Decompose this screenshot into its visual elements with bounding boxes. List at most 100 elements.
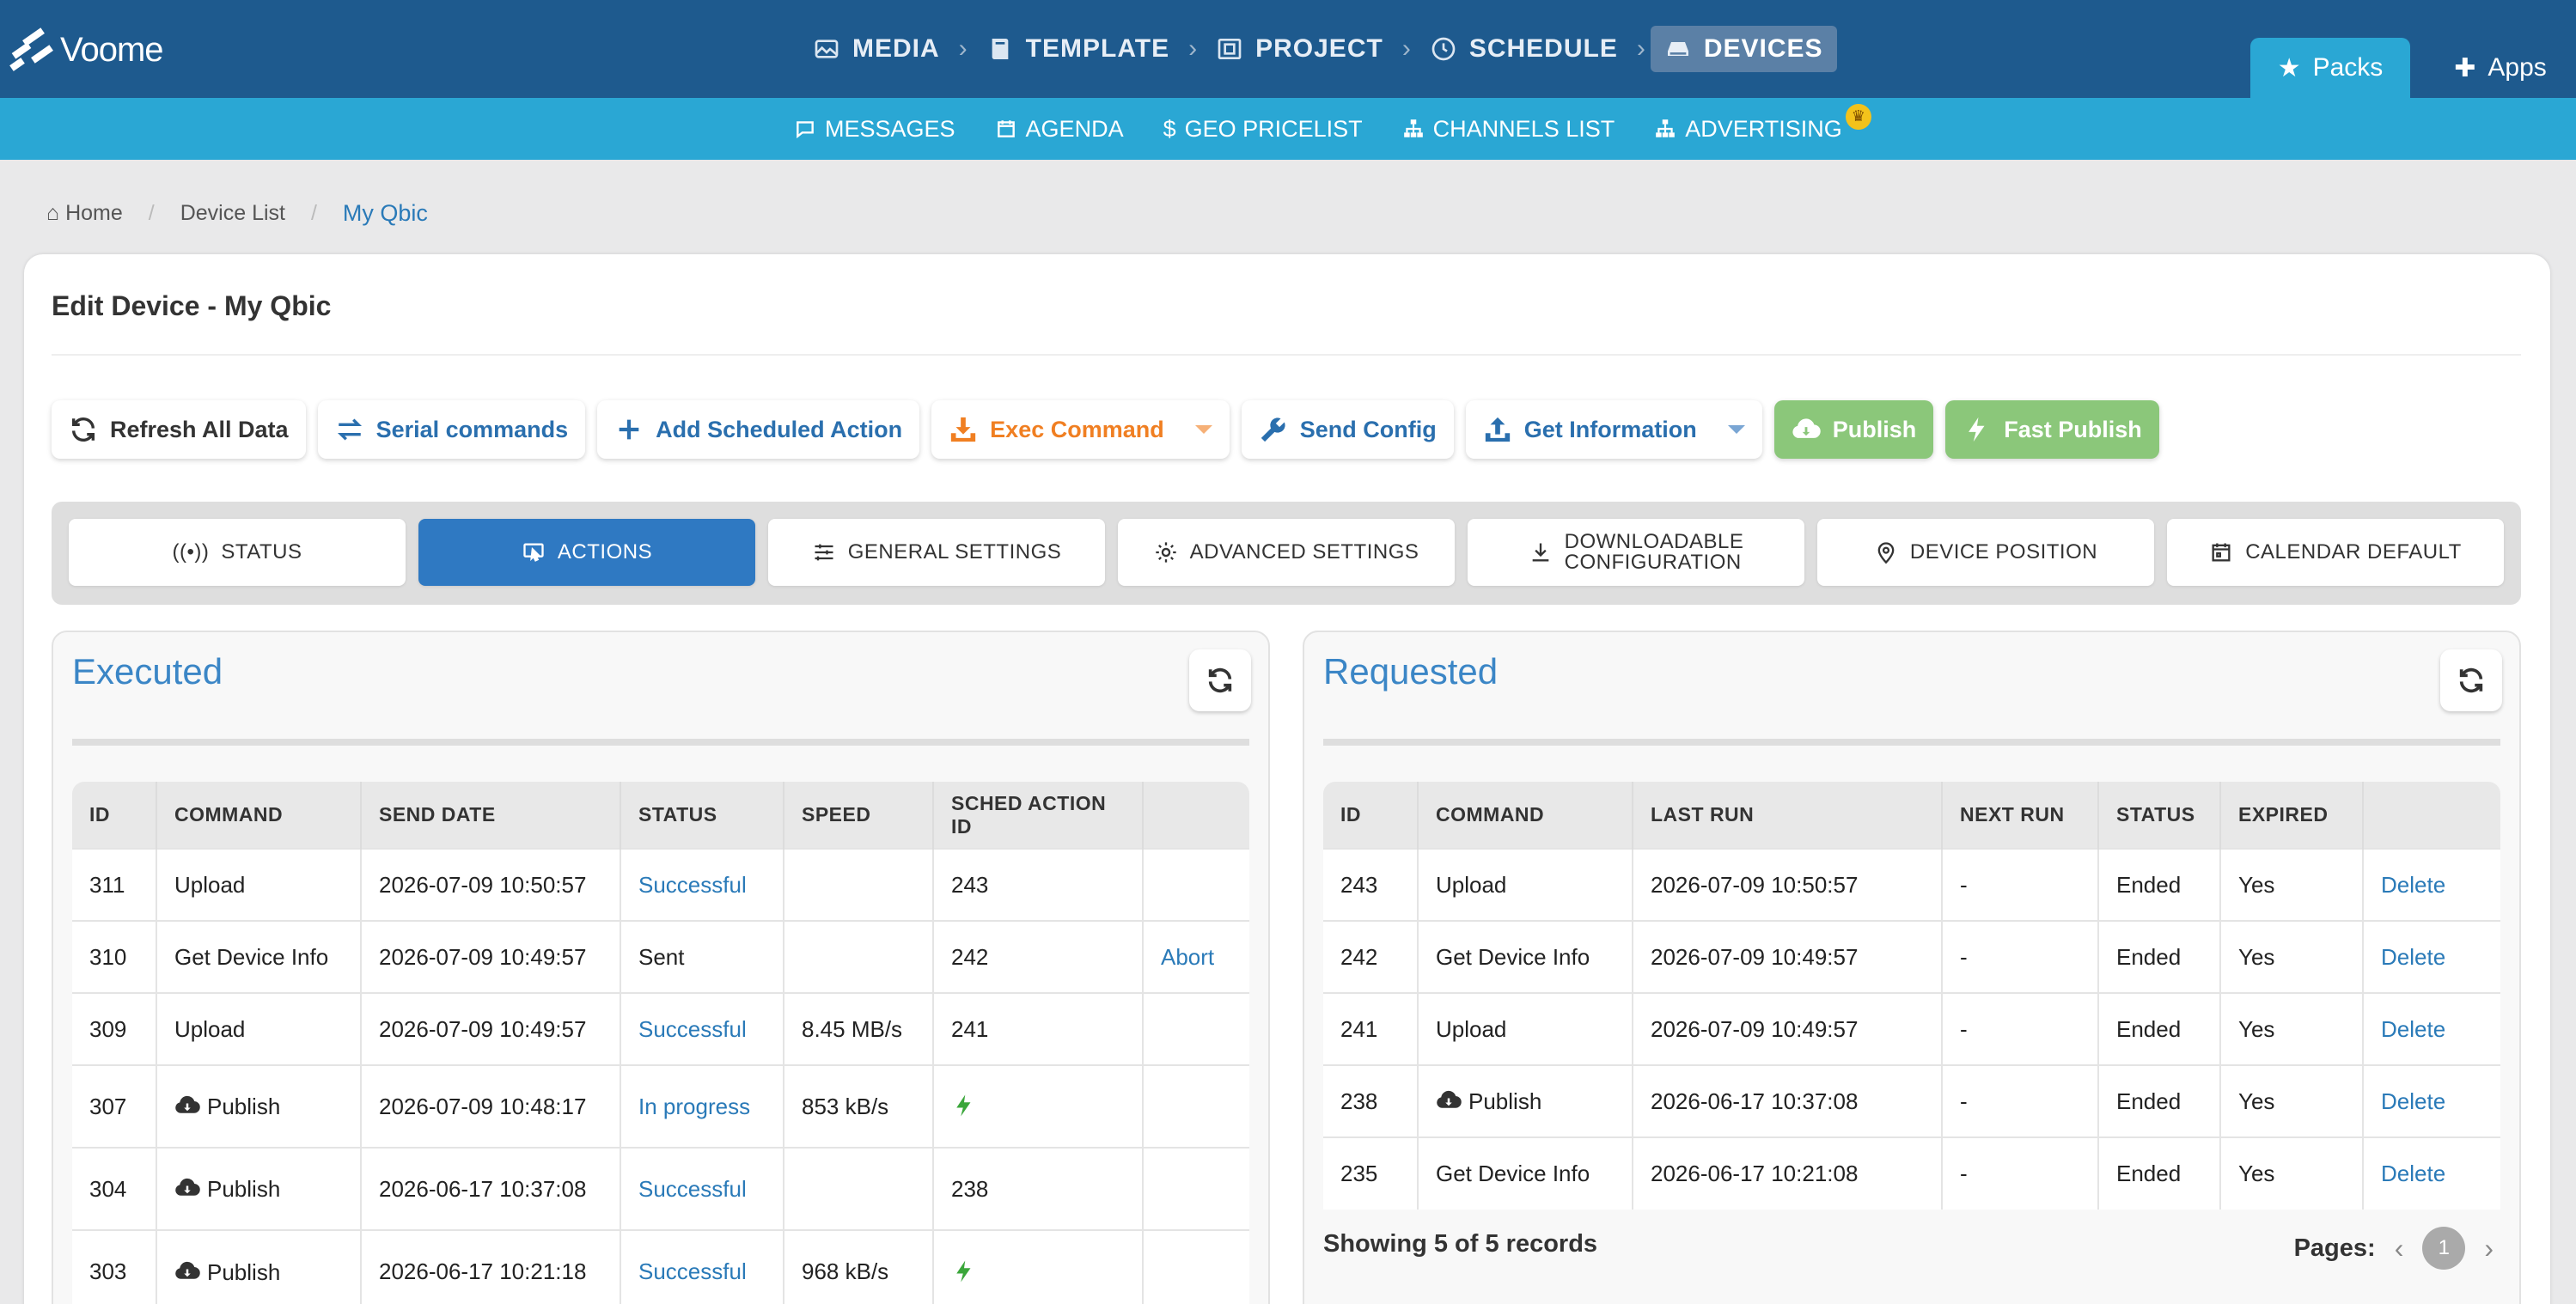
subnav-messages[interactable]: MESSAGES <box>794 116 955 143</box>
tab-download-line2: CONFIGURATION <box>1564 551 1742 574</box>
page-number-button[interactable]: 1 <box>2422 1227 2466 1270</box>
executed-title: Executed <box>72 651 223 692</box>
col-status[interactable]: STATUS <box>2098 782 2221 849</box>
tab-downloadable-configuration[interactable]: DOWNLOADABLE CONFIGURATION <box>1468 519 1804 586</box>
table-row: 304 Publish 2026-06-17 10:37:08 Successf… <box>72 1147 1249 1230</box>
col-last-run[interactable]: LAST RUN <box>1633 782 1943 849</box>
tab-general-settings[interactable]: GENERAL SETTINGS <box>768 519 1105 586</box>
chevron-right-icon[interactable]: › <box>2484 1233 2494 1264</box>
delete-link[interactable]: Delete <box>2363 1064 2500 1137</box>
step-template[interactable]: TEMPLATE <box>973 26 1183 72</box>
voome-logo[interactable]: Voome <box>7 22 164 77</box>
add-scheduled-action-button[interactable]: Add Scheduled Action <box>597 400 920 459</box>
upload-tray-icon <box>1485 417 1510 442</box>
delete-link[interactable]: Delete <box>2363 1136 2500 1210</box>
col-id[interactable]: ID <box>72 782 157 849</box>
step-schedule[interactable]: SCHEDULE <box>1416 26 1632 72</box>
col-status[interactable]: STATUS <box>620 782 784 849</box>
add-scheduled-action-label: Add Scheduled Action <box>656 416 903 442</box>
subnav-channels-list[interactable]: CHANNELS LIST <box>1402 116 1615 143</box>
step-devices[interactable]: DEVICES <box>1650 26 1837 72</box>
cell-status-link[interactable]: In progress <box>620 1064 784 1148</box>
cell-command-text: Publish <box>207 1094 281 1119</box>
tab-status[interactable]: ((•)) STATUS <box>69 519 406 586</box>
tab-actions[interactable]: ACTIONS <box>418 519 755 586</box>
cell-status: Ended <box>2098 992 2221 1065</box>
cell-send-date: 2026-06-17 10:21:18 <box>361 1229 621 1304</box>
subnav-advertising[interactable]: ADVERTISING ♛ <box>1654 103 1871 143</box>
send-config-label: Send Config <box>1299 416 1437 442</box>
cell-command: Publish <box>156 1147 362 1230</box>
sitemap-icon <box>1656 119 1676 137</box>
delete-link[interactable]: Delete <box>2363 992 2500 1065</box>
cell-status-link[interactable]: Successful <box>620 848 784 921</box>
delete-link[interactable]: Delete <box>2363 920 2500 993</box>
refresh-all-data-button[interactable]: Refresh All Data <box>52 400 306 459</box>
col-send-date[interactable]: SEND DATE <box>361 782 621 849</box>
cell-status-link[interactable]: Successful <box>620 1147 784 1230</box>
serial-commands-button[interactable]: Serial commands <box>317 400 586 459</box>
chevron-left-icon[interactable]: ‹ <box>2395 1233 2404 1264</box>
cell-last-run: 2026-06-17 10:21:08 <box>1633 1136 1943 1210</box>
breadcrumb-current: My Qbic <box>342 200 428 226</box>
cell-status-link[interactable]: Successful <box>620 992 784 1065</box>
requested-refresh-button[interactable] <box>2440 649 2502 711</box>
cell-sched-action-id <box>933 1064 1144 1148</box>
cell-expired: Yes <box>2220 848 2364 921</box>
col-sched-action-id[interactable]: SCHED ACTION ID <box>933 782 1144 849</box>
abort-link[interactable]: Abort <box>1143 920 1249 993</box>
fast-publish-button[interactable]: Fast Publish <box>1945 400 2159 459</box>
get-information-button[interactable]: Get Information <box>1465 400 1762 459</box>
subnav-messages-label: MESSAGES <box>825 115 955 142</box>
send-config-button[interactable]: Send Config <box>1241 400 1454 459</box>
cell-sched-action-id: 243 <box>933 848 1144 921</box>
delete-link[interactable]: Delete <box>2363 848 2500 921</box>
table-row: 242 Get Device Info 2026-07-09 10:49:57 … <box>1323 920 2500 993</box>
brand-name: Voome <box>60 30 164 69</box>
puzzle-icon: ✚ <box>2454 53 2476 82</box>
tab-calendar-default[interactable]: CALENDAR DEFAULT <box>2167 519 2504 586</box>
executed-refresh-button[interactable] <box>1189 649 1251 711</box>
col-command[interactable]: COMMAND <box>1418 782 1633 849</box>
step-media[interactable]: MEDIA <box>799 26 954 72</box>
table-row: 235 Get Device Info 2026-06-17 10:21:08 … <box>1323 1136 2500 1210</box>
cell-speed: 8.45 MB/s <box>784 992 934 1065</box>
col-next-run[interactable]: NEXT RUN <box>1942 782 2099 849</box>
breadcrumb-device-list[interactable]: Device List <box>180 201 285 226</box>
apps-button[interactable]: ✚ Apps <box>2425 38 2576 98</box>
col-actions <box>1143 782 1249 849</box>
cell-command: Upload <box>1418 992 1633 1065</box>
table-row: 307 Publish 2026-07-09 10:48:17 In progr… <box>72 1064 1249 1148</box>
calendar-icon <box>2212 543 2231 562</box>
cell-sched-action-id: 238 <box>933 1147 1144 1230</box>
col-expired[interactable]: EXPIRED <box>2220 782 2364 849</box>
breadcrumb-home[interactable]: ⌂ Home <box>46 201 123 226</box>
tab-advanced-settings-label: ADVANCED SETTINGS <box>1189 540 1419 564</box>
packs-button[interactable]: ★ Packs <box>2250 38 2410 98</box>
subnav-agenda[interactable]: AGENDA <box>995 116 1124 143</box>
col-command[interactable]: COMMAND <box>156 782 362 849</box>
chevron-down-icon[interactable] <box>1194 425 1212 434</box>
cell-speed: 853 kB/s <box>784 1064 934 1148</box>
cell-expired: Yes <box>2220 992 2364 1065</box>
chevron-down-icon[interactable] <box>1727 425 1745 434</box>
cell-command: Get Device Info <box>1418 1136 1633 1210</box>
cell-id: 242 <box>1323 920 1419 993</box>
clock-icon <box>1431 37 1456 61</box>
cell-status-link[interactable]: Successful <box>620 1229 784 1304</box>
breadcrumb-separator: / <box>148 201 155 225</box>
tab-advanced-settings[interactable]: ADVANCED SETTINGS <box>1118 519 1455 586</box>
subnav-geo-pricelist[interactable]: $ GEO PRICELIST <box>1163 116 1363 143</box>
cell-send-date: 2026-07-09 10:49:57 <box>361 920 621 993</box>
packs-label: Packs <box>2312 53 2384 82</box>
exec-command-button[interactable]: Exec Command <box>931 400 1230 459</box>
col-speed[interactable]: SPEED <box>784 782 934 849</box>
step-schedule-label: SCHEDULE <box>1468 34 1618 63</box>
tab-device-position[interactable]: DEVICE POSITION <box>1817 519 2154 586</box>
executed-panel: Executed ID COMMAND SEND DATE STATUS SPE… <box>52 631 1270 1304</box>
col-id[interactable]: ID <box>1323 782 1419 849</box>
publish-button[interactable]: Publish <box>1773 400 1934 459</box>
cell-last-run: 2026-06-17 10:37:08 <box>1633 1064 1943 1137</box>
records-count: Showing 5 of 5 records <box>1323 1230 1598 1258</box>
step-project[interactable]: PROJECT <box>1202 26 1397 72</box>
